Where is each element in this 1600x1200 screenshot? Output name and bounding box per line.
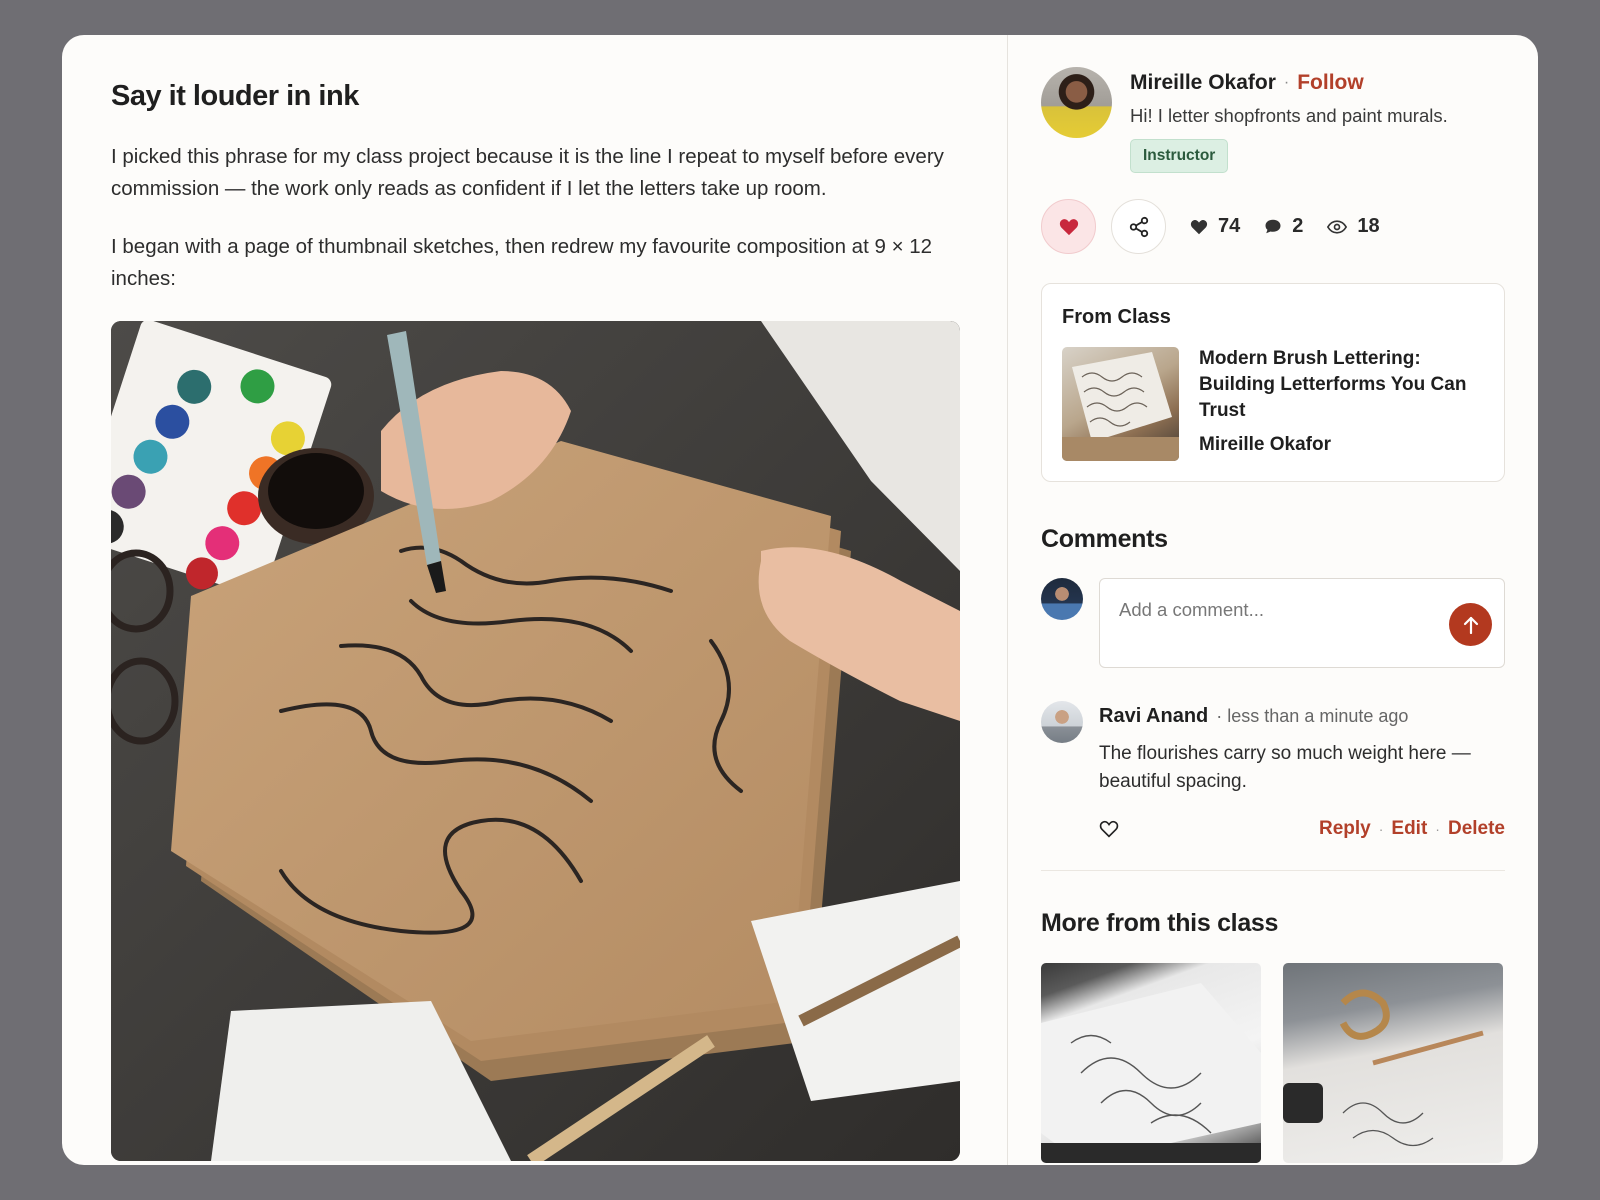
delete-button[interactable]: Delete bbox=[1448, 818, 1505, 840]
arrow-up-icon bbox=[1463, 616, 1478, 634]
heart-icon bbox=[1190, 219, 1208, 234]
comments-stat: 2 bbox=[1264, 215, 1303, 238]
class-title[interactable]: Modern Brush Lettering: Building Letterf… bbox=[1199, 346, 1484, 424]
post-paragraph: I began with a page of thumbnail sketche… bbox=[111, 234, 933, 290]
likes-count: 74 bbox=[1218, 215, 1241, 237]
author-avatar[interactable] bbox=[1041, 67, 1112, 138]
heart-filled-icon bbox=[1059, 218, 1078, 235]
hero-image-illustration bbox=[111, 320, 960, 1161]
comments-count: 2 bbox=[1292, 215, 1304, 237]
project-thumbnail-art bbox=[1041, 983, 1261, 1163]
like-button[interactable] bbox=[1041, 199, 1096, 254]
from-class-heading: From Class bbox=[1062, 306, 1171, 328]
commenter-avatar[interactable] bbox=[1041, 701, 1083, 743]
class-thumbnail[interactable] bbox=[1062, 347, 1179, 461]
divider bbox=[1041, 870, 1505, 871]
comment-timestamp: · less than a minute ago bbox=[1216, 706, 1409, 726]
comment-composer: Add a comment... bbox=[1041, 578, 1505, 668]
project-modal: Say it louder in ink I picked this phras… bbox=[62, 35, 1538, 1165]
post-title: Say it louder in ink bbox=[111, 80, 359, 112]
project-thumbnail[interactable] bbox=[1041, 963, 1261, 1163]
views-count: 18 bbox=[1357, 215, 1380, 237]
more-projects-grid bbox=[1041, 963, 1505, 1163]
views-stat: 18 bbox=[1327, 215, 1380, 238]
comment-bubble-icon bbox=[1265, 219, 1281, 234]
commenter-name[interactable]: Ravi Anand bbox=[1099, 705, 1208, 728]
comment-input[interactable]: Add a comment... bbox=[1099, 578, 1505, 668]
current-user-avatar bbox=[1041, 578, 1083, 620]
comment-like-icon[interactable] bbox=[1099, 820, 1119, 838]
reply-button[interactable]: Reply bbox=[1319, 818, 1371, 840]
eye-icon bbox=[1327, 219, 1348, 234]
action-separator: · bbox=[1378, 821, 1384, 837]
project-thumbnail-art bbox=[1283, 989, 1484, 1147]
edit-button[interactable]: Edit bbox=[1391, 818, 1427, 840]
author-name[interactable]: Mireille Okafor bbox=[1130, 71, 1276, 95]
comment-item: Ravi Anand · less than a minute ago The … bbox=[1041, 701, 1505, 840]
class-author[interactable]: Mireille Okafor bbox=[1199, 434, 1484, 456]
hero-image bbox=[111, 320, 960, 1161]
post-paragraph: I picked this phrase for my class projec… bbox=[111, 144, 944, 200]
submit-comment-button[interactable] bbox=[1449, 603, 1492, 646]
sidebar: Mireille Okafor · Follow Hi! I letter sh… bbox=[1008, 35, 1538, 1165]
follow-button[interactable]: Follow bbox=[1297, 71, 1364, 95]
separator-dot: · bbox=[1283, 74, 1290, 91]
from-class-card[interactable]: From Class Modern Brush Lettering: Build… bbox=[1041, 283, 1505, 482]
comments-heading: Comments bbox=[1041, 525, 1168, 553]
project-thumbnail[interactable] bbox=[1283, 963, 1503, 1163]
share-button[interactable] bbox=[1111, 199, 1166, 254]
comment-text: The flourishes carry so much weight here… bbox=[1099, 743, 1471, 792]
share-icon bbox=[1129, 216, 1148, 237]
author-bio: Hi! I letter shopfronts and paint murals… bbox=[1130, 105, 1448, 126]
likes-stat: 74 bbox=[1190, 215, 1240, 238]
comment-placeholder: Add a comment... bbox=[1119, 599, 1264, 620]
action-separator: · bbox=[1435, 821, 1440, 837]
stats-bar: 74 2 18 bbox=[1041, 199, 1505, 254]
class-thumbnail-art bbox=[1062, 352, 1179, 461]
instructor-badge: Instructor bbox=[1130, 139, 1229, 173]
author-block: Mireille Okafor · Follow Hi! I letter sh… bbox=[1041, 67, 1505, 173]
post-panel: Say it louder in ink I picked this phras… bbox=[62, 35, 1008, 1165]
more-from-class-heading: More from this class bbox=[1041, 909, 1279, 937]
